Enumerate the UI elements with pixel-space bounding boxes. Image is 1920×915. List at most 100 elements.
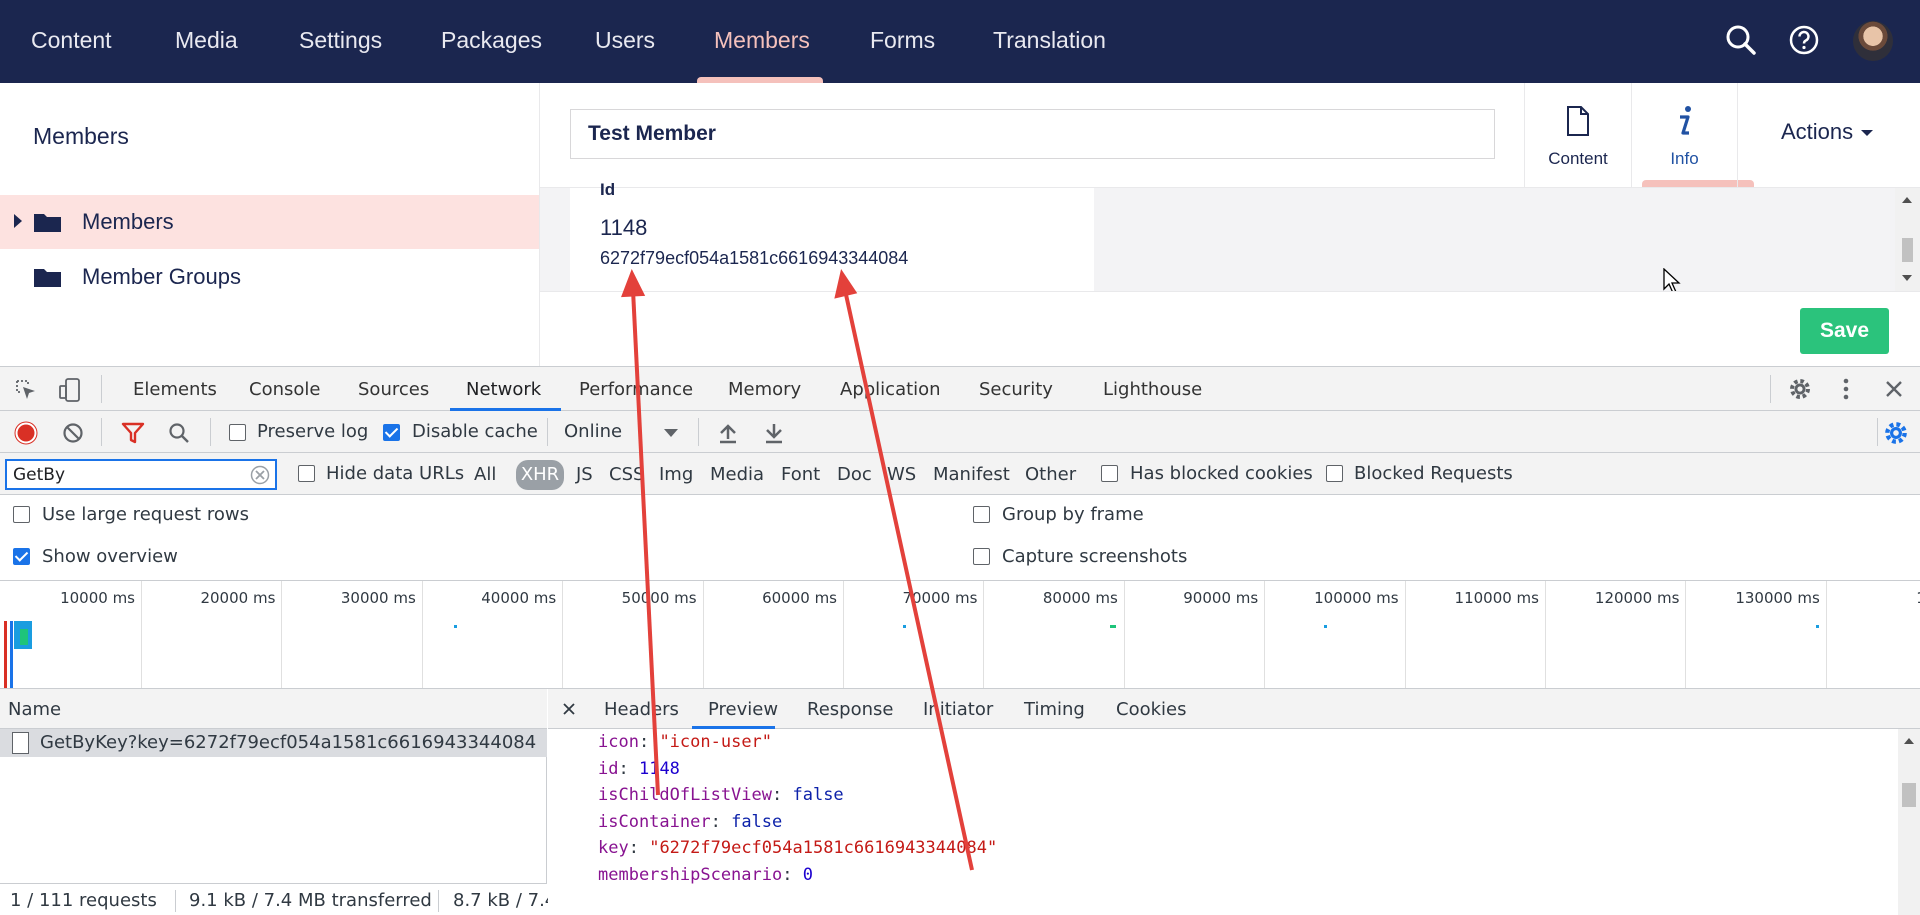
more-options-icon[interactable] xyxy=(1836,377,1856,401)
top-navigation-bar: Content Media Settings Packages Users Me… xyxy=(0,0,1920,83)
capture-screenshots-checkbox[interactable] xyxy=(973,548,990,565)
show-overview-checkbox[interactable] xyxy=(13,548,30,565)
nav-content[interactable]: Content xyxy=(31,0,112,83)
import-har-icon[interactable] xyxy=(717,421,739,445)
filter-type-font[interactable]: Font xyxy=(781,464,820,485)
filter-type-all[interactable]: All xyxy=(474,464,496,485)
table-row[interactable]: GetByKey?key=6272f79ecf054a1581c66169433… xyxy=(0,729,547,757)
timeline-gridline xyxy=(1264,581,1266,688)
settings-gear-icon[interactable] xyxy=(1788,377,1812,401)
filter-type-media[interactable]: Media xyxy=(710,464,764,485)
resources-size: 8.7 kB / 7.4 xyxy=(453,890,557,911)
tab-elements[interactable]: Elements xyxy=(133,379,217,400)
member-name-input[interactable] xyxy=(570,109,1495,159)
record-icon[interactable] xyxy=(14,421,38,445)
folder-icon xyxy=(34,269,61,287)
timeline-tick-label: 30000 ms xyxy=(340,589,416,607)
tab-cookies[interactable]: Cookies xyxy=(1116,699,1186,720)
tab-memory[interactable]: Memory xyxy=(728,379,801,400)
tab-sources[interactable]: Sources xyxy=(358,379,429,400)
folder-icon xyxy=(34,214,61,232)
throttling-select[interactable]: Online xyxy=(564,421,622,442)
has-blocked-cookies-checkbox[interactable] xyxy=(1101,465,1118,482)
tab-initiator[interactable]: Initiator xyxy=(923,699,993,720)
expand-caret-icon[interactable] xyxy=(14,214,22,228)
inspect-element-icon[interactable] xyxy=(14,378,38,402)
scroll-up-icon[interactable] xyxy=(1902,197,1912,203)
filter-type-doc[interactable]: Doc xyxy=(837,464,872,485)
help-icon[interactable] xyxy=(1786,22,1822,58)
group-by-frame-checkbox[interactable] xyxy=(973,506,990,523)
scroll-thumb[interactable] xyxy=(1902,783,1916,807)
filter-type-xhr[interactable]: XHR xyxy=(516,460,564,490)
network-overview-timeline[interactable]: 10000 ms 20000 ms 30000 ms 40000 ms 50000 ms… xyxy=(0,581,1920,689)
filter-icon[interactable] xyxy=(121,422,145,444)
close-devtools-icon[interactable] xyxy=(1884,379,1904,399)
filter-type-other[interactable]: Other xyxy=(1025,464,1076,485)
scroll-thumb[interactable] xyxy=(1902,238,1913,262)
preview-scrollbar[interactable] xyxy=(1898,729,1920,915)
tab-security[interactable]: Security xyxy=(979,379,1053,400)
json-preview[interactable]: icon: "icon-user" id: 1148 isChildOfListVi… xyxy=(548,729,1898,915)
blocked-requests-checkbox[interactable] xyxy=(1326,465,1343,482)
tab-lighthouse[interactable]: Lighthouse xyxy=(1103,379,1202,400)
filter-type-js[interactable]: JS xyxy=(576,464,593,485)
tab-response[interactable]: Response xyxy=(807,699,893,720)
tab-performance[interactable]: Performance xyxy=(579,379,693,400)
tab-console[interactable]: Console xyxy=(249,379,320,400)
nav-packages[interactable]: Packages xyxy=(441,0,542,83)
scroll-down-icon[interactable] xyxy=(1902,275,1912,281)
nav-forms[interactable]: Forms xyxy=(870,0,935,83)
tab-headers[interactable]: Headers xyxy=(604,699,679,720)
disable-cache-checkbox[interactable] xyxy=(383,424,400,441)
nav-media[interactable]: Media xyxy=(175,0,238,83)
divider xyxy=(101,418,102,446)
timeline-tick-label: 120000 ms xyxy=(1594,589,1680,607)
group-by-frame-label: Group by frame xyxy=(1002,504,1144,525)
device-toolbar-icon[interactable] xyxy=(59,377,81,403)
search-icon[interactable] xyxy=(1723,22,1759,58)
filter-type-img[interactable]: Img xyxy=(659,464,693,485)
timeline-gridline xyxy=(1545,581,1546,688)
large-rows-label: Use large request rows xyxy=(42,504,249,525)
editor-footer: Save xyxy=(540,291,1920,366)
filter-type-css[interactable]: CSS xyxy=(609,464,644,485)
tree-item-member-groups[interactable]: Member Groups xyxy=(0,250,539,304)
timeline-tick-label: 1400 xyxy=(1916,589,1920,607)
save-button[interactable]: Save xyxy=(1800,308,1889,354)
filter-type-ws[interactable]: WS xyxy=(887,464,916,485)
nav-members[interactable]: Members xyxy=(714,0,810,83)
name-column-header[interactable]: Name xyxy=(8,699,61,720)
tab-network[interactable]: Network xyxy=(466,379,541,400)
json-key: isChildOfListView xyxy=(598,785,772,805)
scroll-up-icon[interactable] xyxy=(1904,738,1914,744)
preserve-log-checkbox[interactable] xyxy=(229,424,246,441)
user-avatar[interactable] xyxy=(1853,21,1893,61)
tab-timing[interactable]: Timing xyxy=(1024,699,1085,720)
document-icon xyxy=(1567,106,1589,136)
nav-users[interactable]: Users xyxy=(595,0,655,83)
tree-item-members[interactable]: Members xyxy=(0,195,539,249)
editor-scrollbar[interactable] xyxy=(1895,188,1920,291)
filter-type-manifest[interactable]: Manifest xyxy=(933,464,1010,485)
divider xyxy=(210,418,211,446)
tab-application[interactable]: Application xyxy=(840,379,941,400)
close-detail-icon[interactable] xyxy=(562,702,576,716)
clear-filter-icon[interactable] xyxy=(250,465,270,485)
large-rows-checkbox[interactable] xyxy=(13,506,30,523)
actions-dropdown[interactable]: Actions xyxy=(1781,119,1874,145)
nav-settings[interactable]: Settings xyxy=(299,0,382,83)
search-icon[interactable] xyxy=(167,421,191,445)
network-toolbar: Preserve log Disable cache Online xyxy=(0,411,1920,453)
throttle-dropdown-icon[interactable] xyxy=(664,429,678,437)
nav-translation[interactable]: Translation xyxy=(993,0,1106,83)
filter-input[interactable] xyxy=(5,459,277,490)
export-har-icon[interactable] xyxy=(763,421,785,445)
content-app-button[interactable]: Content xyxy=(1524,83,1631,187)
blocked-requests-label: Blocked Requests xyxy=(1354,463,1513,484)
hide-data-urls-checkbox[interactable] xyxy=(298,465,315,482)
tab-preview[interactable]: Preview xyxy=(708,699,778,720)
clear-icon[interactable] xyxy=(62,422,84,444)
network-settings-gear-icon[interactable] xyxy=(1883,420,1909,446)
info-app-button[interactable]: Info xyxy=(1631,83,1737,187)
